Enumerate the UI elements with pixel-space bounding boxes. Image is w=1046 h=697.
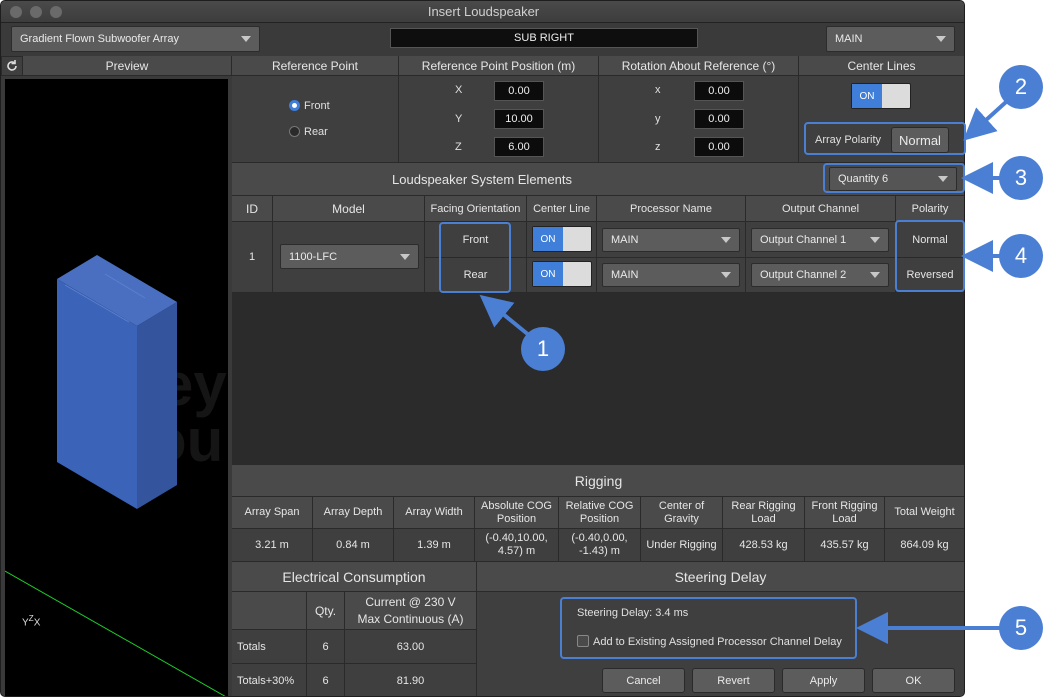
callout-2: 2 bbox=[999, 65, 1043, 109]
callout-1: 1 bbox=[521, 327, 565, 371]
callout-5: 5 bbox=[999, 606, 1043, 650]
callout-3: 3 bbox=[999, 156, 1043, 200]
callout-4: 4 bbox=[999, 234, 1043, 278]
